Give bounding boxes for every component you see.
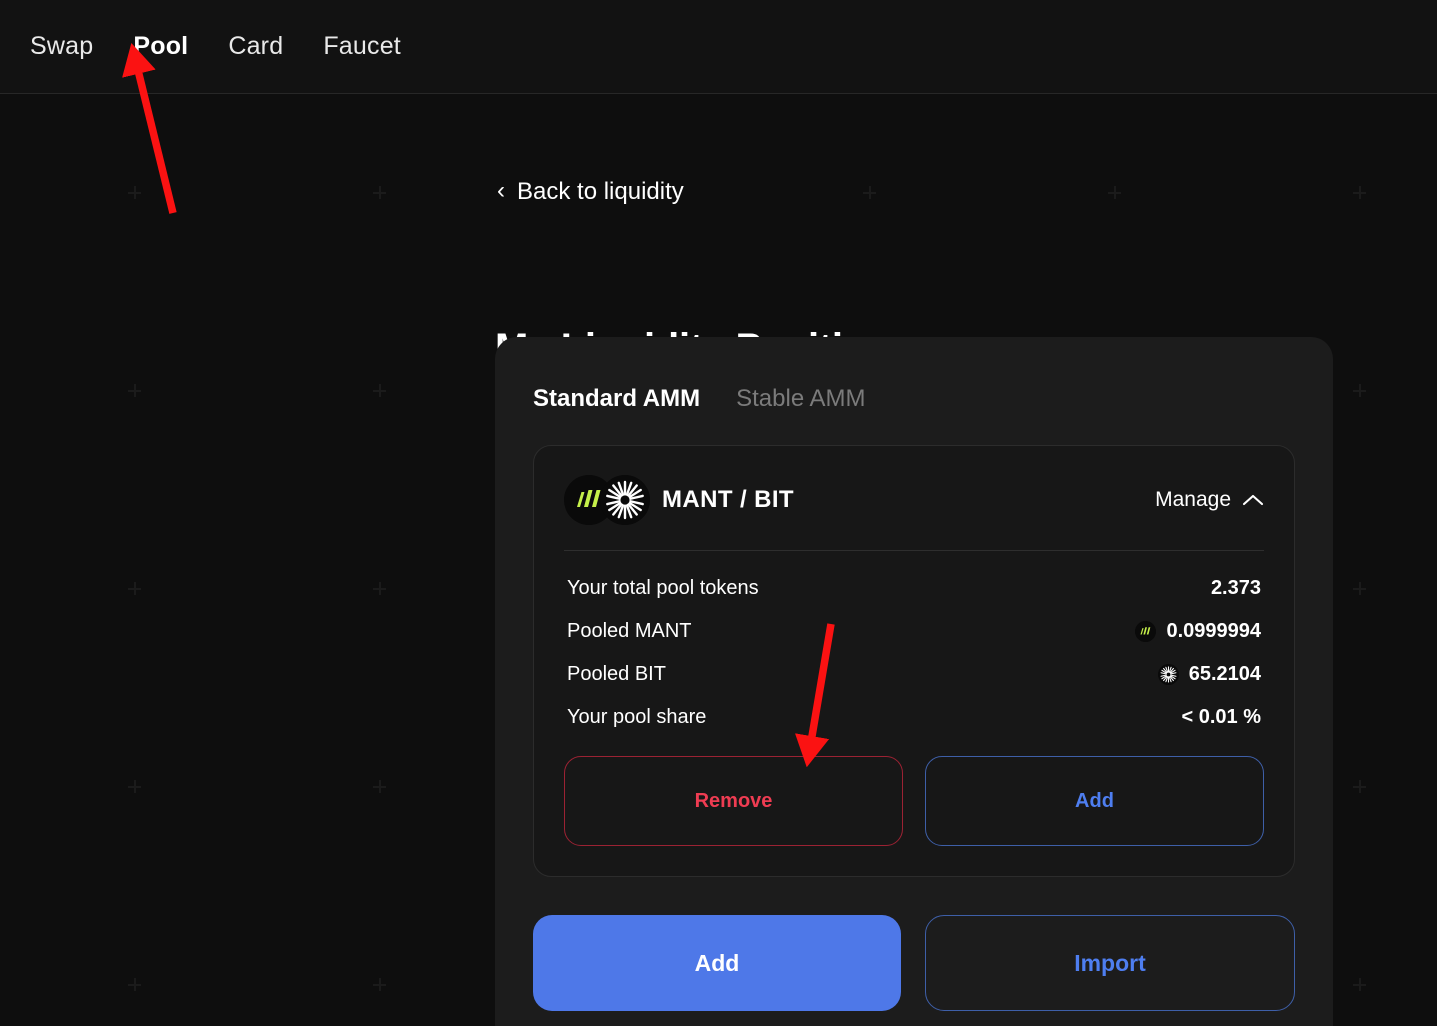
manage-button[interactable]: Manage bbox=[1155, 488, 1264, 512]
nav-item-faucet[interactable]: Faucet bbox=[321, 28, 403, 65]
stat-value: < 0.01 % bbox=[1181, 706, 1261, 729]
stat-label: Pooled BIT bbox=[567, 663, 666, 685]
stat-row-total-pool-tokens: Your total pool tokens 2.373 bbox=[564, 567, 1264, 610]
stat-value: 65.2104 bbox=[1157, 663, 1261, 686]
tab-stable-amm[interactable]: Stable AMM bbox=[736, 385, 865, 413]
back-to-liquidity-link[interactable]: ‹ Back to liquidity bbox=[497, 178, 684, 206]
stat-value: 2.373 bbox=[1211, 577, 1261, 600]
stat-label: Your pool share bbox=[567, 706, 707, 728]
back-to-liquidity-label: Back to liquidity bbox=[517, 178, 684, 205]
nav-item-card[interactable]: Card bbox=[226, 28, 285, 65]
app-root: Swap Pool Card Faucet ‹ Back to liquidit… bbox=[0, 0, 1437, 1026]
card-divider bbox=[564, 550, 1264, 551]
chevron-left-icon: ‹ bbox=[497, 177, 505, 204]
main-content: ‹ Back to liquidity My Liquidity Positio… bbox=[0, 94, 1437, 1026]
stat-row-pooled-mant: Pooled MANT 0.0999994 bbox=[564, 610, 1264, 653]
stat-value-text: 2.373 bbox=[1210, 577, 1261, 599]
stat-value-text: < 0.01 % bbox=[1181, 706, 1261, 728]
card-action-row: Remove Add bbox=[564, 756, 1264, 846]
tab-standard-amm[interactable]: Standard AMM bbox=[533, 385, 700, 413]
liquidity-panel: Standard AMM Stable AMM MANT / BIT Manag… bbox=[495, 337, 1333, 1026]
bit-token-icon bbox=[1157, 664, 1179, 685]
amm-tab-group: Standard AMM Stable AMM bbox=[533, 385, 1295, 413]
pair-icons bbox=[564, 475, 650, 525]
nav-item-pool[interactable]: Pool bbox=[131, 28, 190, 65]
manage-label: Manage bbox=[1155, 488, 1231, 511]
top-navbar: Swap Pool Card Faucet bbox=[0, 0, 1437, 94]
position-card: MANT / BIT Manage Your total pool tokens bbox=[533, 445, 1295, 877]
stat-value-text: 65.2104 bbox=[1188, 663, 1261, 685]
remove-liquidity-button[interactable]: Remove bbox=[564, 756, 903, 846]
pair-header-row: MANT / BIT Manage bbox=[564, 472, 1264, 528]
chevron-up-icon bbox=[1242, 493, 1264, 507]
bottom-action-row: Add Import bbox=[533, 915, 1295, 1011]
mant-token-icon bbox=[1135, 621, 1157, 642]
pair-name: MANT / BIT bbox=[662, 486, 794, 513]
stat-label: Your total pool tokens bbox=[567, 577, 759, 599]
add-button[interactable]: Add bbox=[533, 915, 901, 1011]
nav-item-swap[interactable]: Swap bbox=[28, 28, 95, 65]
stat-row-pool-share: Your pool share < 0.01 % bbox=[564, 696, 1264, 739]
stat-row-pooled-bit: Pooled BIT 65.2104 bbox=[564, 653, 1264, 696]
stat-value: 0.0999994 bbox=[1135, 620, 1261, 643]
add-liquidity-button[interactable]: Add bbox=[925, 756, 1264, 846]
stat-label: Pooled MANT bbox=[567, 620, 692, 642]
bit-token-icon bbox=[600, 475, 650, 525]
import-button[interactable]: Import bbox=[925, 915, 1295, 1011]
stat-value-text: 0.0999994 bbox=[1166, 620, 1261, 642]
